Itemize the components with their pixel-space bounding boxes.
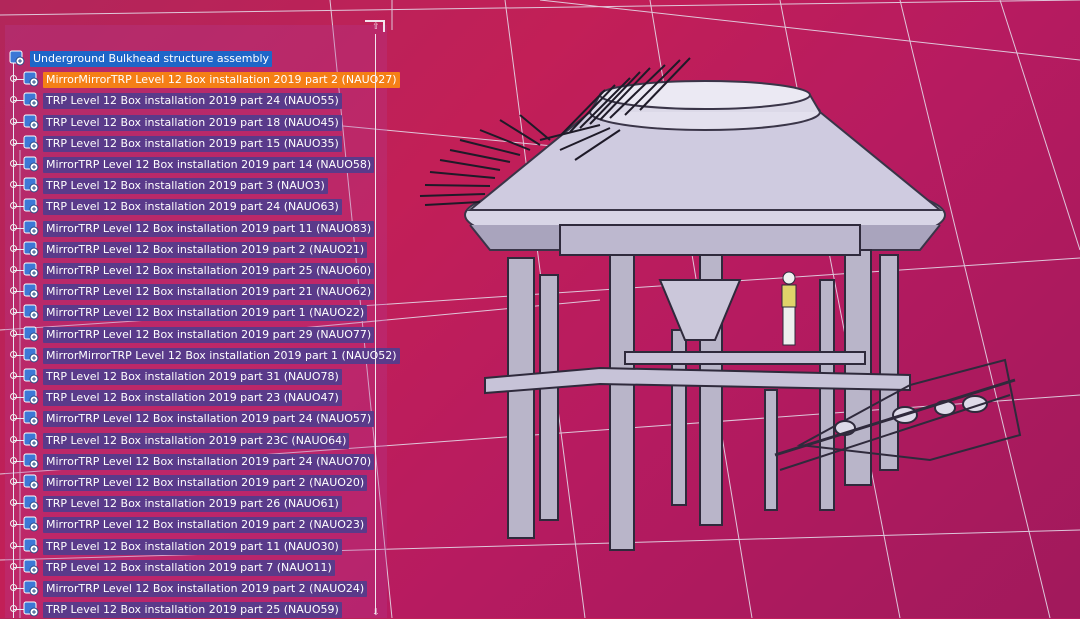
assembly-product-icon [23,601,39,617]
tree-root-label: Underground Bulkhead structure assembly [30,51,273,67]
assembly-product-icon [23,71,39,87]
expand-node-icon[interactable] [10,245,17,252]
assembly-product-icon [23,559,39,575]
assembly-product-icon [23,410,39,426]
tree-node-label: TRP Level 12 Box installation 2019 part … [43,136,342,152]
expand-node-icon[interactable] [10,75,17,82]
tree-node-label: TRP Level 12 Box installation 2019 part … [43,178,328,194]
expand-node-icon[interactable] [10,224,17,231]
expand-node-icon[interactable] [10,436,17,443]
tree-scrollbar[interactable]: ⇧ ⇩ [371,22,381,618]
tree-node-label: MirrorTRP Level 12 Box installation 2019… [43,454,375,470]
tree-node-label: TRP Level 12 Box installation 2019 part … [43,560,335,576]
tree-node-label: MirrorTRP Level 12 Box installation 2019… [43,411,375,427]
tree-node-label: MirrorTRP Level 12 Box installation 2019… [43,263,375,279]
tree-node-label: MirrorTRP Level 12 Box installation 2019… [43,517,368,533]
expand-node-icon[interactable] [10,96,17,103]
expand-node-icon[interactable] [10,287,17,294]
expand-node-icon[interactable] [10,118,17,125]
expand-node-icon[interactable] [10,542,17,549]
assembly-product-icon [23,368,39,384]
tree-node-label: TRP Level 12 Box installation 2019 part … [43,539,342,555]
assembly-product-icon [23,262,39,278]
expand-node-icon[interactable] [10,139,17,146]
tree-node-label: TRP Level 12 Box installation 2019 part … [43,369,342,385]
scroll-down-icon[interactable]: ⇩ [371,608,381,618]
tree-node-label: MirrorTRP Level 12 Box installation 2019… [43,581,368,597]
tree-node-label: MirrorTRP Level 12 Box installation 2019… [43,242,368,258]
assembly-product-icon [23,241,39,257]
expand-node-icon[interactable] [10,605,17,612]
tree-node-label: MirrorTRP Level 12 Box installation 2019… [43,327,375,343]
tree-node-label: MirrorTRP Level 12 Box installation 2019… [43,157,375,173]
assembly-product-icon [23,177,39,193]
assembly-product-icon [23,432,39,448]
tree-node-label: MirrorTRP Level 12 Box installation 2019… [43,305,368,321]
expand-node-icon[interactable] [10,351,17,358]
assembly-product-icon [23,92,39,108]
expand-node-icon[interactable] [10,330,17,337]
expand-node-icon[interactable] [10,266,17,273]
expand-node-icon[interactable] [10,584,17,591]
assembly-product-icon [23,580,39,596]
assembly-product-icon [9,50,25,66]
assembly-product-icon [23,156,39,172]
expand-node-icon[interactable] [10,308,17,315]
tree-node-label: MirrorTRP Level 12 Box installation 2019… [43,475,368,491]
scrollbar-rail[interactable] [375,34,376,614]
tree-node-label: TRP Level 12 Box installation 2019 part … [43,115,342,131]
tree-node-label: TRP Level 12 Box installation 2019 part … [43,602,342,618]
assembly-product-icon [23,495,39,511]
expand-node-icon[interactable] [10,563,17,570]
tree-node-label: MirrorMirrorTRP Level 12 Box installatio… [43,348,400,364]
assembly-product-icon [23,198,39,214]
tree-node-label: TRP Level 12 Box installation 2019 part … [43,93,342,109]
tree-node-label: MirrorTRP Level 12 Box installation 2019… [43,221,375,237]
assembly-product-icon [23,516,39,532]
assembly-product-icon [23,283,39,299]
tree-node-label: TRP Level 12 Box installation 2019 part … [43,199,342,215]
tree-node-label: MirrorMirrorTRP Level 12 Box installatio… [43,72,400,88]
assembly-product-icon [23,220,39,236]
tree-node-label: TRP Level 12 Box installation 2019 part … [43,390,342,406]
expand-node-icon[interactable] [10,160,17,167]
expand-node-icon[interactable] [10,414,17,421]
assembly-product-icon [23,135,39,151]
structure-model[interactable] [419,57,1022,551]
assembly-product-icon [23,347,39,363]
assembly-product-icon [23,474,39,490]
assembly-product-icon [23,538,39,554]
expand-node-icon[interactable] [10,478,17,485]
tree-node-label: TRP Level 12 Box installation 2019 part … [43,433,350,449]
assembly-product-icon [23,304,39,320]
expand-node-icon[interactable] [10,499,17,506]
tree-node-label: MirrorTRP Level 12 Box installation 2019… [43,284,375,300]
assembly-product-icon [23,389,39,405]
expand-node-icon[interactable] [10,372,17,379]
expand-node-icon[interactable] [10,181,17,188]
expand-node-icon[interactable] [10,520,17,527]
assembly-product-icon [23,326,39,342]
scroll-up-icon[interactable]: ⇧ [371,22,381,32]
expand-node-icon[interactable] [10,457,17,464]
expand-node-icon[interactable] [10,393,17,400]
expand-node-icon[interactable] [10,202,17,209]
assembly-product-icon [23,453,39,469]
assembly-product-icon [23,114,39,130]
tree-node-label: TRP Level 12 Box installation 2019 part … [43,496,342,512]
